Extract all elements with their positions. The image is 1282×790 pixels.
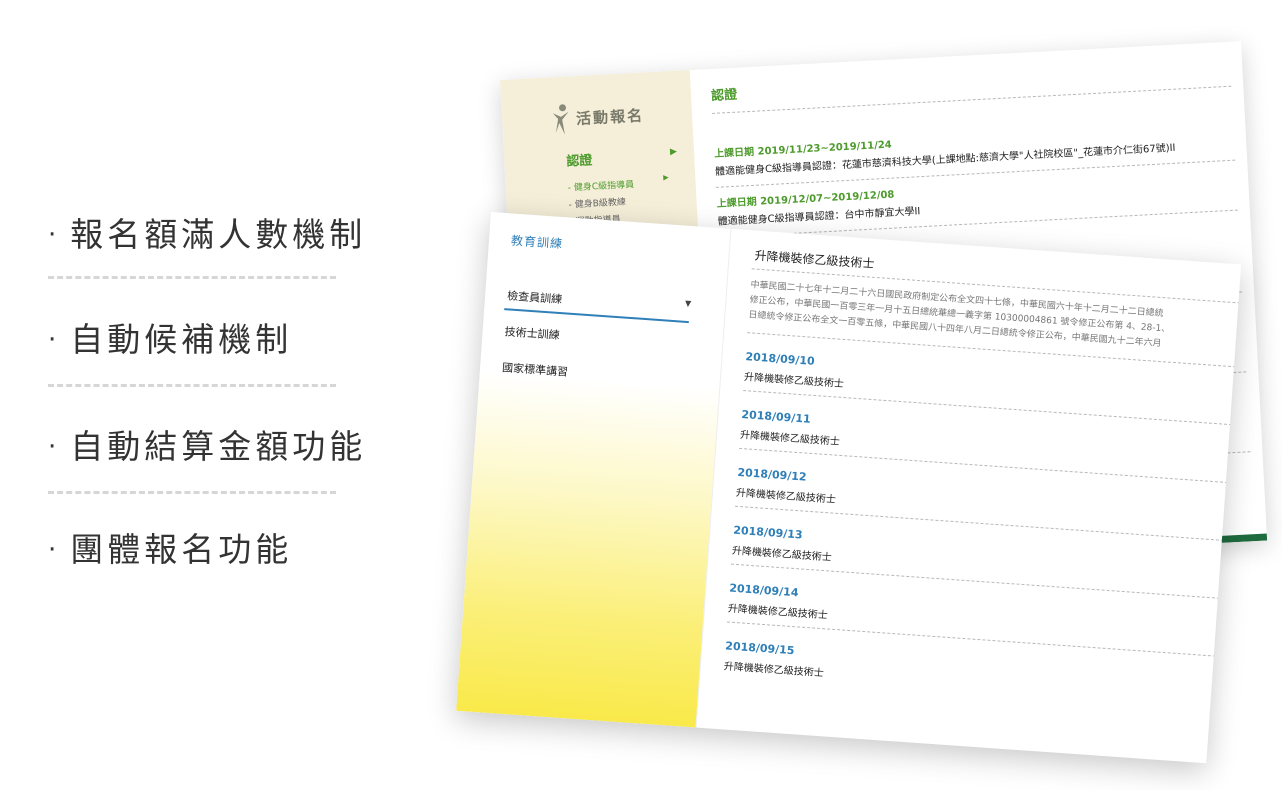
entry-date: 2018/09/10 [745, 350, 816, 368]
bullet-dot: · [48, 432, 61, 462]
feature-label: 報名額滿人數機制 [70, 215, 367, 254]
sidebar-item-inspector-training[interactable]: 檢查員訓練 [507, 287, 563, 307]
divider [735, 505, 1224, 541]
active-underline [504, 308, 689, 324]
entry-link[interactable]: 升降機裝修乙級技術士 [728, 600, 829, 622]
bullet-dot: · [48, 325, 61, 355]
entry-date: 2018/09/11 [741, 407, 812, 426]
triangle-right-icon: ▶ [663, 173, 669, 182]
sidebar-subitem[interactable]: - 健身B級教練 [568, 195, 626, 211]
runner-icon [552, 104, 569, 135]
feature-list: · 報名額滿人數機制 · 自動候補機制 · 自動結算金額功能 · 團體報名功能 [48, 0, 408, 790]
triangle-right-icon: ▶ [669, 146, 678, 158]
sidebar-subitem-label: 健身B級教練 [574, 197, 627, 211]
education-training-screenshot: 教育訓練 檢查員訓練 ▼ 技術士訓練 國家標準講習 升降機裝修乙級技術士 中華民… [456, 212, 1242, 764]
entry-date: 2018/09/15 [724, 639, 795, 658]
sidebar-title: 教育訓練 [510, 233, 564, 252]
entry-link[interactable]: 升降機裝修乙級技術士 [736, 484, 837, 506]
sidebar-item-technician-training[interactable]: 技術士訓練 [504, 323, 560, 343]
feature-divider [48, 276, 336, 279]
sidebar-item-national-standard[interactable]: 國家標準講習 [502, 359, 569, 380]
feature-divider [48, 491, 336, 494]
feature-item: · 自動結算金額功能 [48, 420, 366, 468]
divider [726, 621, 1216, 657]
intro-text: 中華民國二十七年十二月二十六日國民政府制定公布全文四十七條，中華民國六十年十二月… [748, 278, 1240, 357]
activity-logo[interactable]: 活動報名 [549, 97, 671, 143]
sidebar-subitem-label: 健身C級指導員 [573, 180, 635, 194]
sidebar-item-certification[interactable]: 認證 [566, 149, 593, 169]
feature-divider [48, 384, 336, 387]
feature-item: · 團體報名功能 [48, 523, 292, 571]
feature-label: 團體報名功能 [70, 530, 293, 569]
entry-date: 2018/09/12 [736, 465, 807, 484]
main-content: 升降機裝修乙級技術士 中華民國二十七年十二月二十六日國民政府制定公布全文四十七條… [696, 229, 1242, 763]
entry-link[interactable]: 升降機裝修乙級技術士 [744, 368, 845, 390]
feature-item: · 自動候補機制 [48, 313, 292, 361]
sidebar-subitem[interactable]: - 健身C級指導員 [567, 177, 635, 194]
feature-label: 自動結算金額功能 [70, 427, 367, 466]
entry-link[interactable]: 升降機裝修乙級技術士 [732, 542, 833, 564]
bullet-dot: · [48, 220, 61, 250]
bullet-dot: · [48, 535, 61, 565]
sidebar: 教育訓練 檢查員訓練 ▼ 技術士訓練 國家標準講習 [456, 212, 732, 728]
divider [730, 563, 1220, 599]
divider [712, 85, 1232, 114]
page-title: 升降機裝修乙級技術士 [754, 248, 875, 271]
entry-date: 2018/09/14 [728, 581, 799, 600]
logo-text: 活動報名 [575, 106, 645, 129]
caret-down-icon[interactable]: ▼ [685, 299, 692, 308]
divider [743, 390, 1233, 426]
feature-label: 自動候補機制 [70, 320, 293, 359]
feature-item: · 報名額滿人數機制 [48, 208, 366, 256]
entry-date: 2018/09/13 [732, 523, 803, 542]
entry-link[interactable]: 升降機裝修乙級技術士 [723, 657, 824, 679]
entry-link[interactable]: 升降機裝修乙級技術士 [740, 426, 841, 448]
divider [739, 447, 1228, 484]
page-title: 認證 [710, 87, 738, 104]
